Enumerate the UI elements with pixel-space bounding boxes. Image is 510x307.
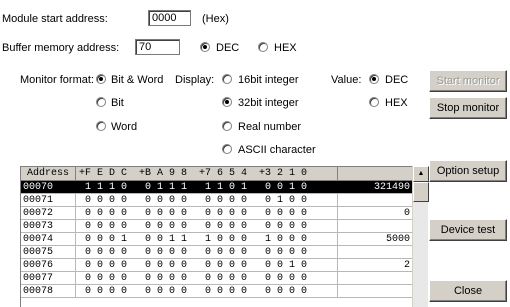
stop-monitor-button[interactable]: Stop monitor <box>429 97 507 119</box>
row-address: 00076 <box>21 259 76 271</box>
row-bits: 0 0 0 0 0 0 0 0 0 0 0 0 0 0 0 0 <box>76 220 338 232</box>
buffer-hex-label: HEX <box>274 42 297 54</box>
display-16bit-label: 16bit integer <box>238 74 299 86</box>
device-test-button[interactable]: Device test <box>429 219 507 241</box>
table-row[interactable]: 00077 0 0 0 0 0 0 0 0 0 0 0 0 0 0 0 0 <box>21 272 412 285</box>
start-monitor-label: Start monitor <box>436 75 500 87</box>
format-bit-word-label: Bit & Word <box>111 74 164 86</box>
module-start-input[interactable]: 0000 <box>148 10 191 26</box>
module-start-label: Module start address: <box>2 13 108 25</box>
table-row[interactable]: 00075 0 0 0 0 0 0 0 0 0 0 0 0 0 0 0 0 <box>21 246 412 259</box>
row-value <box>338 272 412 284</box>
row-value <box>338 194 412 206</box>
buffer-dec-radio[interactable] <box>200 42 210 52</box>
row-value: 2 <box>403 260 410 271</box>
row-address: 00078 <box>21 285 76 297</box>
display-32bit-radio[interactable] <box>222 97 232 107</box>
display-32bit-label: 32bit integer <box>238 97 299 109</box>
up-arrow-icon[interactable]: ▲ <box>413 166 429 182</box>
row-value: 0 <box>403 208 410 219</box>
display-real-radio[interactable] <box>222 121 232 131</box>
row-address: 00075 <box>21 246 76 258</box>
row-address: 00072 <box>21 207 76 219</box>
buffer-memory-input[interactable]: 70 <box>135 39 180 55</box>
value-dec-radio[interactable] <box>369 74 379 84</box>
close-button[interactable]: Close <box>429 280 507 302</box>
row-bits: 0 0 0 0 0 0 0 0 0 0 0 0 0 0 0 0 <box>76 272 338 284</box>
display-real-label: Real number <box>238 121 301 133</box>
monitor-grid[interactable]: Address +F E D C +B A 9 8 +7 6 5 4 +3 2 … <box>20 166 412 307</box>
format-bit-word-radio[interactable] <box>96 74 106 84</box>
row-bits: 1 1 1 0 0 1 1 1 1 1 0 1 0 0 1 0 <box>76 181 338 193</box>
row-bits: 0 0 0 1 0 0 1 1 1 0 0 0 1 0 0 0 <box>76 233 338 245</box>
row-value: 321490 <box>373 182 410 193</box>
table-row[interactable]: 00074 0 0 0 1 0 0 1 1 1 0 0 0 1 0 0 0 500… <box>21 233 412 246</box>
header-bits: +F E D C +B A 9 8 +7 6 5 4 +3 2 1 0 <box>76 167 338 180</box>
row-bits: 0 0 0 0 0 0 0 0 0 0 0 0 0 0 0 0 <box>76 207 338 219</box>
value-hex-radio[interactable] <box>369 97 379 107</box>
row-address: 00070 <box>21 181 76 193</box>
row-bits: 0 0 0 0 0 0 0 0 0 0 0 0 0 0 1 0 <box>76 259 338 271</box>
table-row[interactable]: 00072 0 0 0 0 0 0 0 0 0 0 0 0 0 0 0 0 0 <box>21 207 412 220</box>
row-value <box>338 246 412 258</box>
row-address: 00077 <box>21 272 76 284</box>
table-row[interactable]: 00070 1 1 1 0 0 1 1 1 1 1 0 1 0 0 1 0 321… <box>21 181 412 194</box>
row-bits: 0 0 0 0 0 0 0 0 0 0 0 0 0 0 0 0 <box>76 285 338 297</box>
grid-header: Address +F E D C +B A 9 8 +7 6 5 4 +3 2 … <box>21 167 412 181</box>
display-label: Display: <box>175 74 215 86</box>
format-word-label: Word <box>111 121 138 133</box>
table-row[interactable]: 00078 0 0 0 0 0 0 0 0 0 0 0 0 0 0 0 0 <box>21 285 412 298</box>
scroll-thumb[interactable] <box>413 182 429 202</box>
row-bits: 0 0 0 0 0 0 0 0 0 0 0 0 0 0 0 0 <box>76 246 338 258</box>
buffer-hex-radio[interactable] <box>258 42 268 52</box>
format-bit-label: Bit <box>111 97 124 109</box>
buffer-memory-label: Buffer memory address: <box>2 42 120 54</box>
format-bit-radio[interactable] <box>96 97 106 107</box>
display-16bit-radio[interactable] <box>222 74 232 84</box>
row-bits: 0 0 0 0 0 0 0 0 0 0 0 0 0 1 0 0 <box>76 194 338 206</box>
display-ascii-label: ASCII character <box>238 144 316 156</box>
option-setup-label: Option setup <box>436 165 500 177</box>
grid-scrollbar[interactable]: ▲ <box>412 166 429 307</box>
stop-monitor-label: Stop monitor <box>436 102 500 114</box>
start-monitor-button[interactable]: Start monitor <box>429 70 507 92</box>
row-value <box>338 220 412 232</box>
row-address: 00073 <box>21 220 76 232</box>
row-value: 5000 <box>385 234 410 245</box>
header-value <box>338 167 412 180</box>
table-row[interactable]: 00076 0 0 0 0 0 0 0 0 0 0 0 0 0 0 1 0 2 <box>21 259 412 272</box>
table-row[interactable]: 00071 0 0 0 0 0 0 0 0 0 0 0 0 0 1 0 0 <box>21 194 412 207</box>
row-address: 00074 <box>21 233 76 245</box>
display-ascii-radio[interactable] <box>222 144 232 154</box>
header-address: Address <box>21 167 76 180</box>
row-value <box>338 285 412 297</box>
buffer-dec-label: DEC <box>216 42 240 54</box>
module-start-unit: (Hex) <box>202 13 229 25</box>
value-hex-label: HEX <box>385 97 408 109</box>
close-label: Close <box>453 285 483 297</box>
option-setup-button[interactable]: Option setup <box>429 160 507 182</box>
value-format-label: Value: <box>331 74 362 86</box>
format-word-radio[interactable] <box>96 121 106 131</box>
row-address: 00071 <box>21 194 76 206</box>
device-test-label: Device test <box>440 224 496 236</box>
value-dec-label: DEC <box>385 74 409 86</box>
monitor-format-label: Monitor format: <box>20 74 94 86</box>
table-row[interactable]: 00073 0 0 0 0 0 0 0 0 0 0 0 0 0 0 0 0 <box>21 220 412 233</box>
